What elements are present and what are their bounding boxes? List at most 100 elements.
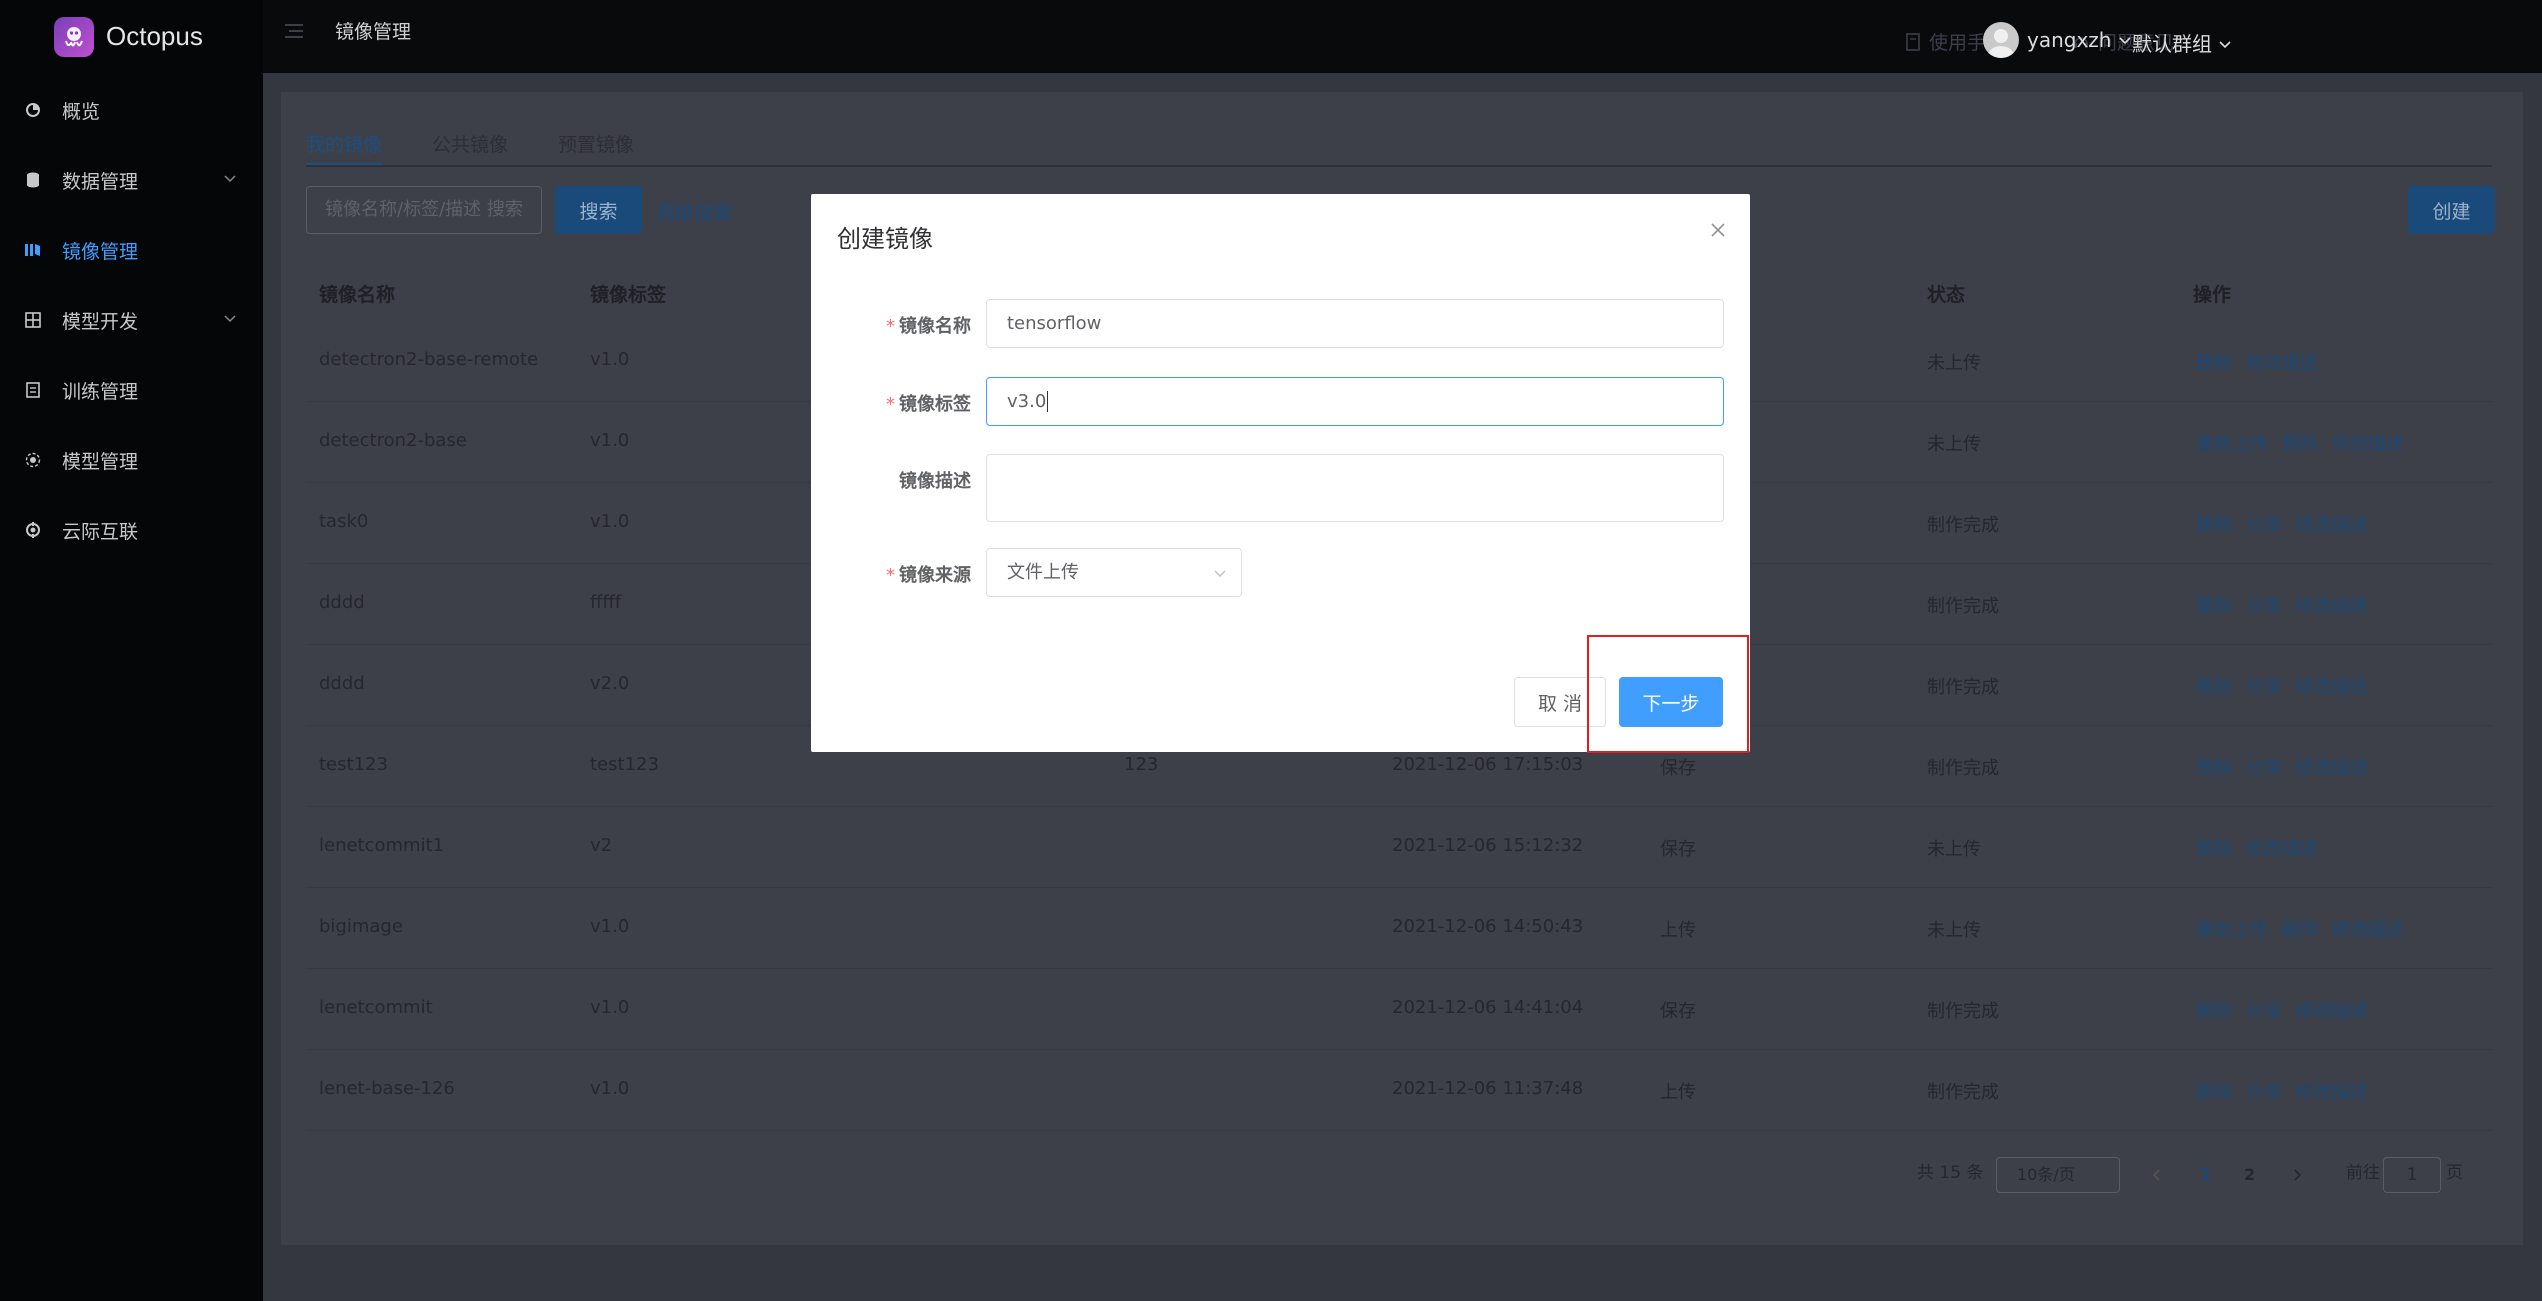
sidebar-item-label: 云际互联	[62, 520, 139, 543]
prev-page-icon[interactable]	[2150, 1168, 2164, 1182]
sidebar-item-training[interactable]: 训练管理	[0, 355, 263, 425]
action-link[interactable]: 修改描述	[2332, 916, 2404, 942]
image-source-select[interactable]: 文件上传	[986, 548, 1242, 597]
action-link[interactable]: 删除	[2196, 592, 2232, 618]
table-row: lenetcommit1 v2 2021-12-06 15:12:32 保存 未上传 删除…	[306, 807, 2492, 888]
action-link[interactable]: 修改描述	[2296, 673, 2368, 699]
image-tabs: 我的镜像 公共镜像 预置镜像	[306, 130, 684, 166]
cell-name: task0	[319, 511, 369, 532]
image-source-value: 文件上传	[1007, 562, 1079, 583]
create-button[interactable]: 创建	[2408, 186, 2495, 234]
cell-name: lenetcommit1	[319, 835, 445, 856]
sidebar-item-models[interactable]: 模型管理	[0, 425, 263, 495]
action-link[interactable]: 分享	[2246, 511, 2282, 537]
cell-name: lenet-base-126	[319, 1078, 455, 1099]
action-link[interactable]: 删除	[2196, 835, 2232, 861]
action-link[interactable]: 删除	[2196, 754, 2232, 780]
action-link[interactable]: 修改描述	[2296, 592, 2368, 618]
row-actions: 删除 分享 修改描述	[2196, 1078, 2368, 1104]
page-2[interactable]: 2	[2244, 1165, 2255, 1184]
page-1[interactable]: 1	[2200, 1165, 2211, 1184]
action-link[interactable]: 分享	[2246, 754, 2282, 780]
cell-time: 2021-12-06 11:37:48	[1392, 1078, 1584, 1099]
sidebar-item-model-dev[interactable]: 模型开发	[0, 285, 263, 355]
image-desc-textarea[interactable]	[986, 454, 1724, 522]
row-actions: 重新上传 删除 修改描述	[2196, 916, 2404, 942]
action-link[interactable]: 修改描述	[2296, 1078, 2368, 1104]
cell-tag: v1.0	[590, 511, 630, 532]
book-icon	[1906, 32, 1920, 51]
action-link[interactable]: 分享	[2246, 1078, 2282, 1104]
header-image-tag: 镜像标签	[590, 284, 667, 306]
database-icon	[24, 171, 42, 189]
cell-tag: v1.0	[590, 430, 630, 451]
tab-preset-images[interactable]: 预置镜像	[558, 130, 634, 166]
cell-time: 2021-12-06 14:41:04	[1392, 997, 1584, 1018]
action-link[interactable]: 删除	[2196, 997, 2232, 1023]
cell-tag: v2.0	[590, 673, 630, 694]
action-link[interactable]: 修改描述	[2332, 430, 2404, 456]
action-link[interactable]: 重新上传	[2196, 430, 2268, 456]
avatar[interactable]	[1983, 22, 2019, 58]
sidebar-item-data[interactable]: 数据管理	[0, 145, 263, 215]
action-link[interactable]: 修改描述	[2246, 835, 2318, 861]
sidebar-item-cloud[interactable]: 云际互联	[0, 495, 263, 565]
grid-icon	[24, 311, 42, 329]
row-actions: 删除 分享 修改描述	[2196, 997, 2368, 1023]
sidebar-item-images[interactable]: 镜像管理	[0, 215, 263, 285]
highlight-box	[1587, 635, 1749, 753]
chevron-down-icon	[224, 175, 236, 183]
action-link[interactable]: 重新上传	[2196, 916, 2268, 942]
row-actions: 删除 分享 修改描述	[2196, 754, 2368, 780]
search-input[interactable]: 镜像名称/标签/描述 搜索	[306, 186, 542, 234]
chevron-down-icon	[224, 315, 236, 323]
action-link[interactable]: 删除	[2196, 511, 2232, 537]
chevron-down-icon	[1214, 570, 1226, 578]
row-actions: 删除 修改描述	[2196, 349, 2318, 375]
cell-tag: v2	[590, 835, 613, 856]
brand[interactable]: Octopus	[0, 0, 263, 73]
action-link[interactable]: 删除	[2196, 349, 2232, 375]
cell-status: 制作完成	[1927, 596, 1999, 617]
action-link[interactable]: 分享	[2246, 673, 2282, 699]
goto-page-input[interactable]: 1	[2383, 1157, 2441, 1193]
row-actions: 删除 分享 修改描述	[2196, 511, 2368, 537]
advanced-search-link[interactable]: 高级搜索	[656, 198, 732, 225]
action-link[interactable]: 修改描述	[2296, 754, 2368, 780]
tab-public-images[interactable]: 公共镜像	[432, 130, 508, 166]
cell-tag: test123	[590, 754, 659, 775]
close-icon[interactable]	[1708, 220, 1728, 240]
cell-tag: v1.0	[590, 997, 630, 1018]
cell-status: 制作完成	[1927, 758, 1999, 779]
user-menu[interactable]: yangxzh	[2027, 28, 2132, 52]
sidebar-item-overview[interactable]: 概览	[0, 75, 263, 145]
cell-status: 制作完成	[1927, 1001, 1999, 1022]
header-actions: 操作	[2193, 284, 2232, 306]
action-link[interactable]: 删除	[2282, 430, 2318, 456]
cell-name: detectron2-base-remote	[319, 349, 539, 370]
group-menu[interactable]: 默认群组	[2132, 28, 2232, 57]
action-link[interactable]: 分享	[2246, 592, 2282, 618]
sidebar: Octopus 概览 数据管理 镜像管理 模型开发 训练管理 模型管理 云际互联	[0, 0, 263, 1301]
tab-my-images[interactable]: 我的镜像	[306, 130, 383, 166]
next-page-icon[interactable]	[2290, 1168, 2304, 1182]
action-link[interactable]: 修改描述	[2246, 349, 2318, 375]
header-status: 状态	[1927, 284, 1966, 306]
action-link[interactable]: 删除	[2196, 1078, 2232, 1104]
search-button[interactable]: 搜索	[555, 186, 642, 234]
menu-toggle-icon[interactable]	[283, 20, 305, 42]
action-link[interactable]: 修改描述	[2296, 997, 2368, 1023]
action-link[interactable]: 分享	[2246, 997, 2282, 1023]
cell-source: 保存	[1660, 839, 1696, 860]
tag-label: * 镜像标签	[886, 394, 971, 415]
image-name-input[interactable]: tensorflow	[986, 299, 1724, 348]
image-tag-input[interactable]: v3.0	[986, 377, 1724, 426]
page-size-select[interactable]: 10条/页	[1996, 1157, 2120, 1193]
action-link[interactable]: 修改描述	[2296, 511, 2368, 537]
cell-status: 未上传	[1927, 839, 1981, 860]
image-icon	[24, 241, 42, 259]
action-link[interactable]: 删除	[2282, 916, 2318, 942]
row-actions: 删除 修改描述	[2196, 835, 2318, 861]
row-actions: 重新上传 删除 修改描述	[2196, 430, 2404, 456]
action-link[interactable]: 删除	[2196, 673, 2232, 699]
